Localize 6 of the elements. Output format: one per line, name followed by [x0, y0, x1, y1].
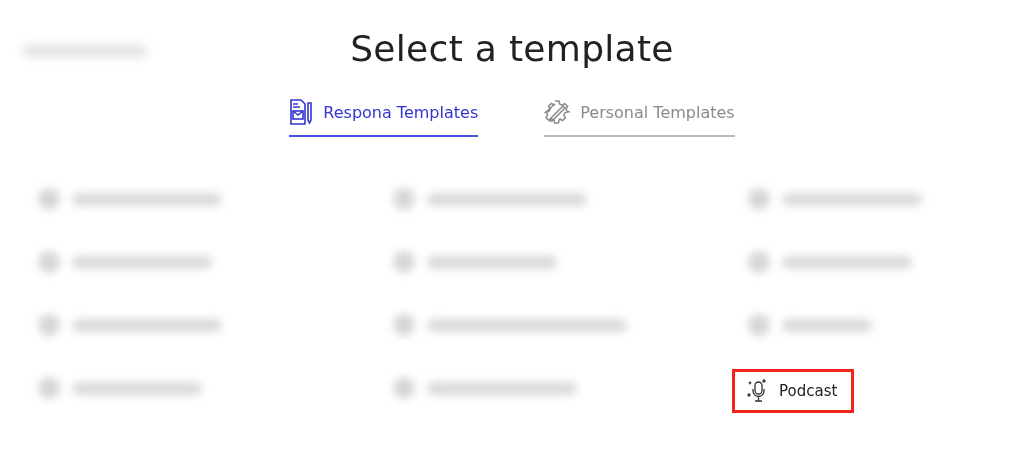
- gear-pencil-icon: [544, 99, 571, 125]
- page-title: Select a template: [350, 28, 674, 69]
- template-item[interactable]: Podcast: [732, 369, 855, 413]
- template-tab[interactable]: Respona Templates: [289, 95, 479, 137]
- document-pencil-icon: [289, 99, 314, 125]
- template-tab[interactable]: Personal Templates: [544, 95, 735, 137]
